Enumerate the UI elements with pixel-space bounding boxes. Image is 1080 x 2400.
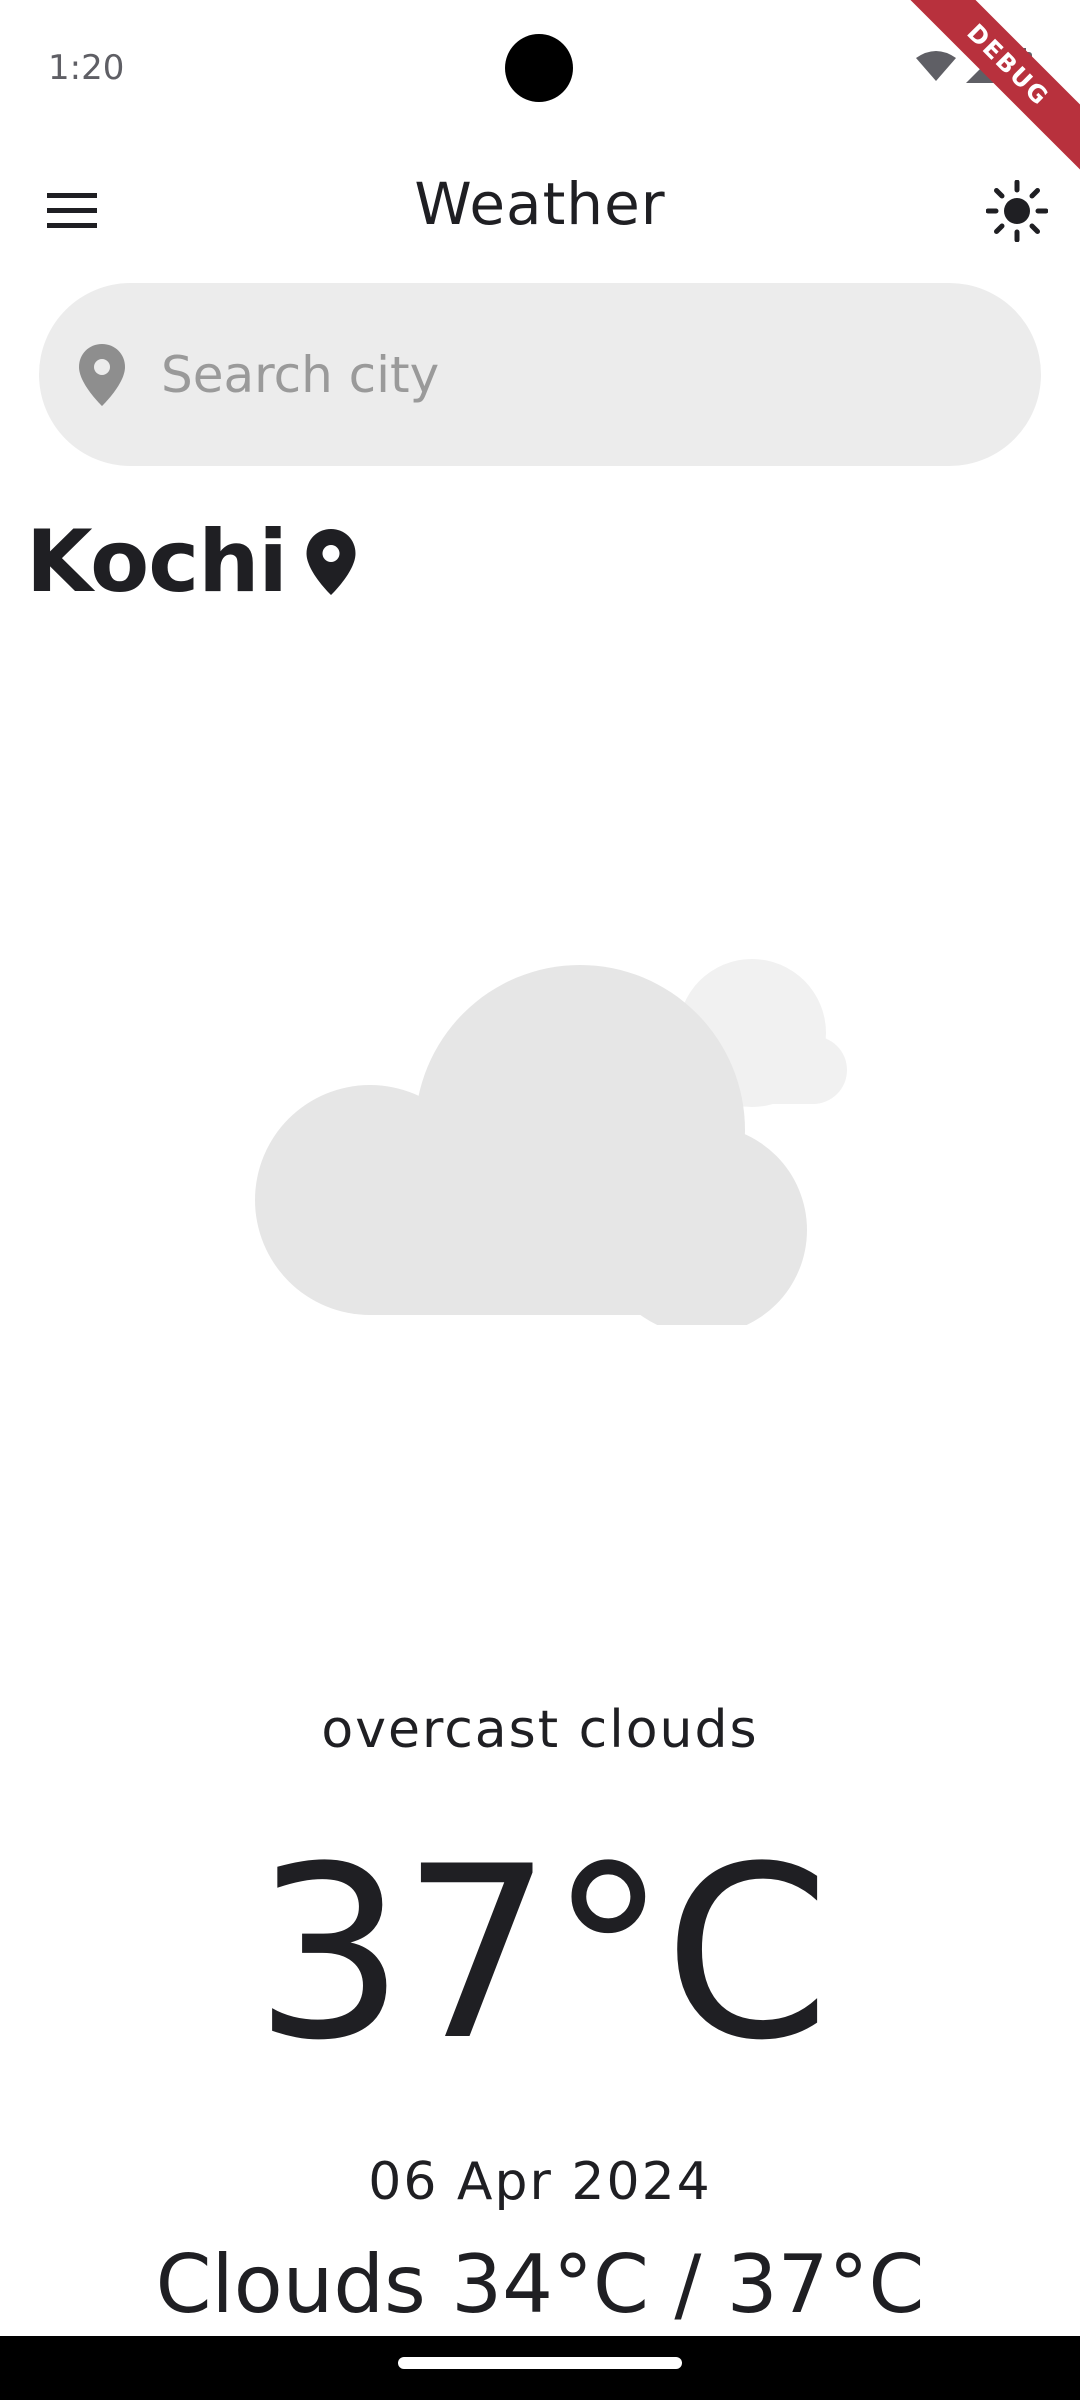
city-name: Kochi (26, 512, 288, 612)
wifi-icon (916, 51, 956, 81)
location-header: Kochi (26, 512, 363, 612)
debug-banner: DEBUG (899, 0, 1080, 174)
page-title: Weather (414, 170, 666, 238)
sun-icon (986, 180, 1048, 242)
search-input[interactable] (159, 344, 983, 405)
location-pin-icon (299, 524, 363, 600)
camera-cutout (505, 34, 573, 102)
status-time: 1:20 (48, 48, 125, 88)
home-indicator[interactable] (398, 2357, 682, 2369)
weather-summary: Clouds 34°C / 37°C (155, 2238, 925, 2331)
weather-date: 06 Apr 2024 (368, 2152, 712, 2212)
current-temperature: 37°C (253, 1816, 830, 2093)
theme-toggle-button[interactable] (980, 174, 1054, 248)
location-pin-icon (67, 340, 137, 410)
search-bar[interactable] (39, 283, 1041, 466)
weather-description: overcast clouds (321, 1700, 759, 1760)
cloud-icon (250, 955, 850, 1335)
